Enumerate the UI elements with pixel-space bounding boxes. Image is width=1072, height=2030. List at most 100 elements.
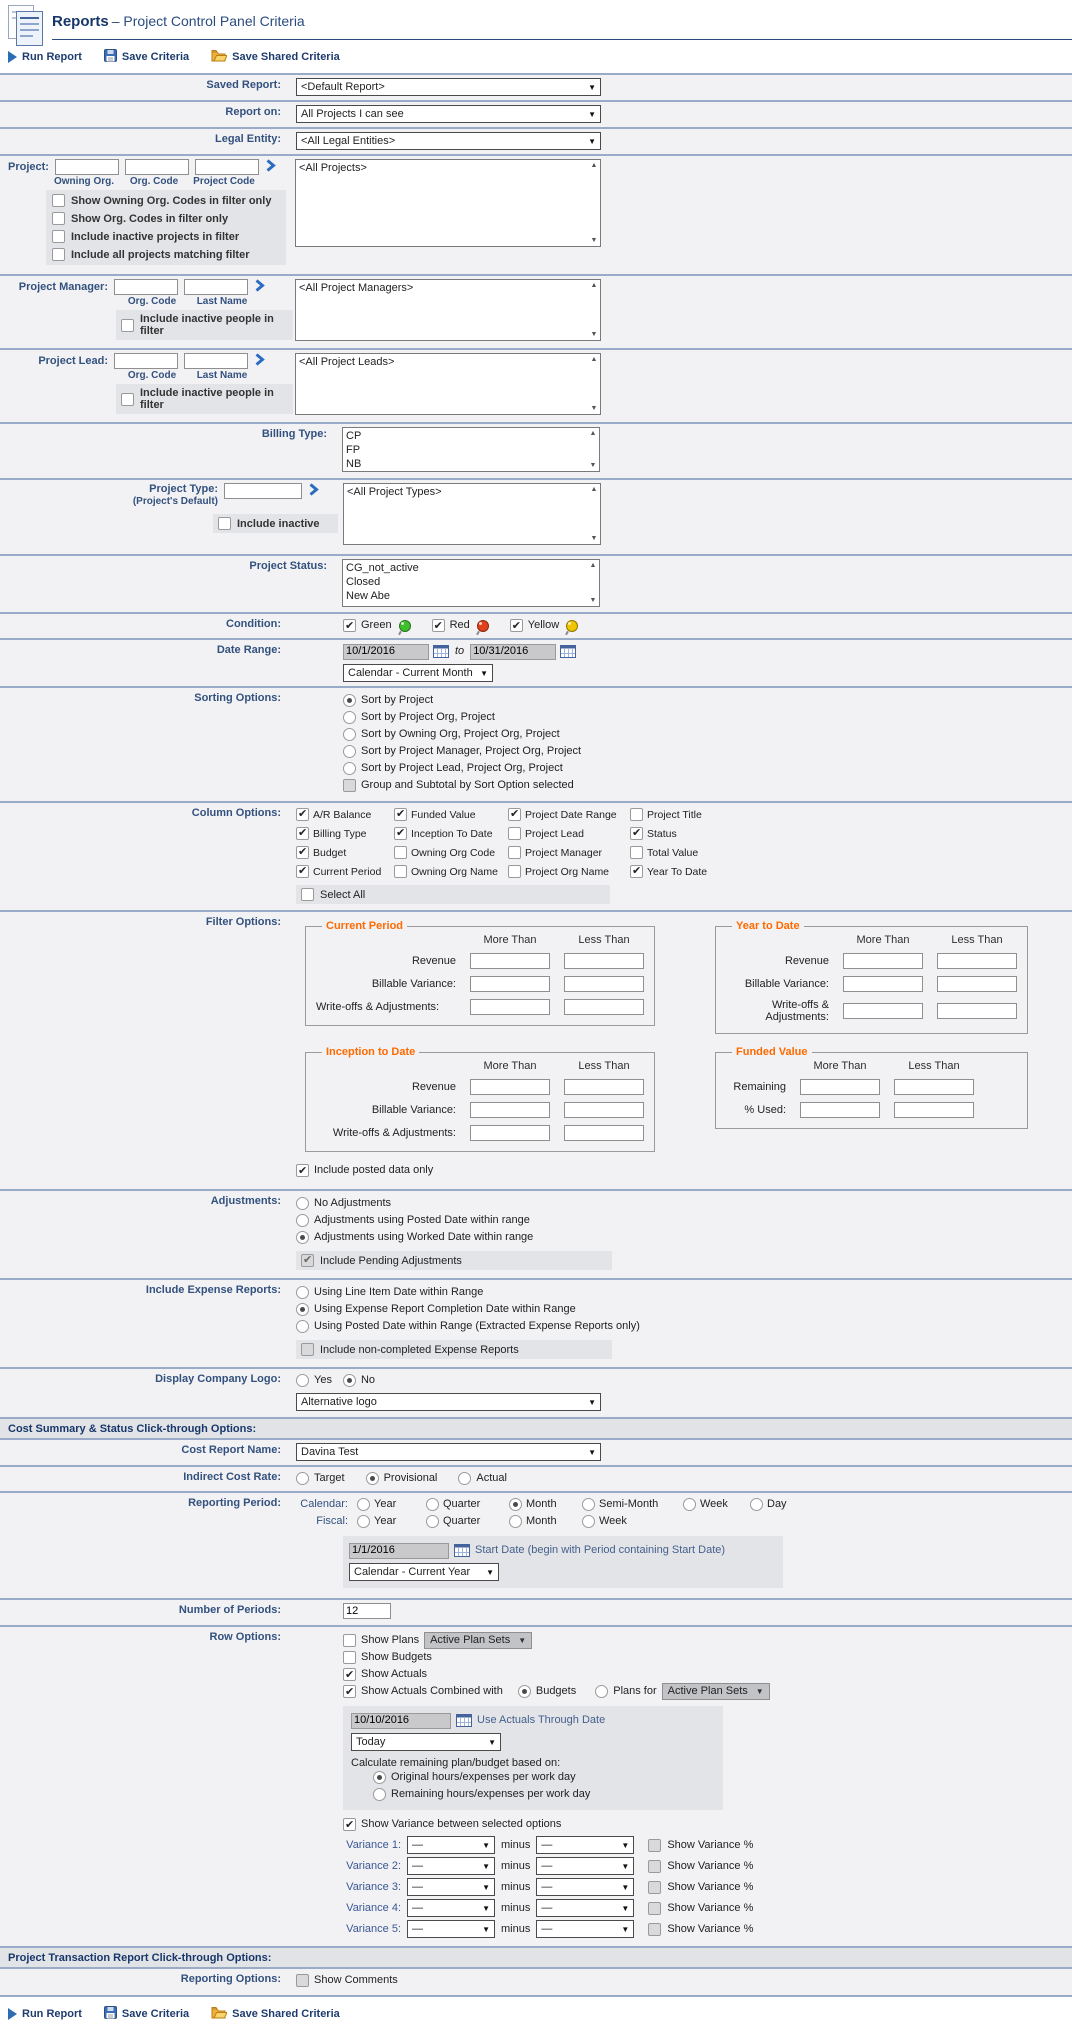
variance-2-show-pct-checkbox[interactable] [648,1859,662,1873]
calc-original-hours-radio[interactable] [373,1771,386,1784]
ytd-revenue-more-input[interactable] [843,953,923,969]
sort-by-project-manager-radio[interactable] [343,745,356,758]
itd-writeoffs-less-input[interactable] [564,1125,644,1141]
list-item[interactable]: <All Projects> [296,161,588,175]
project-listbox[interactable]: <All Projects> ▲ ▼ [295,159,601,247]
save-shared-criteria-button[interactable]: Save Shared Criteria [211,49,340,65]
ytd-revenue-less-input[interactable] [937,953,1017,969]
list-item[interactable]: New Abe [343,589,587,603]
icr-provisional-radio[interactable] [365,1472,379,1485]
calc-remaining-hours-radio[interactable] [373,1788,386,1801]
cp-writeoffs-less-input[interactable] [564,999,644,1015]
calendar-icon[interactable] [454,1544,470,1557]
scroll-up-icon[interactable]: ▲ [591,282,598,289]
project-owning-org-input[interactable] [54,159,119,175]
save-criteria-button[interactable]: Save Criteria [103,2006,189,2022]
rp-cal-day-radio[interactable] [750,1498,763,1511]
include-pending-adjustments-checkbox[interactable] [301,1253,314,1267]
project-manager-org-code-input[interactable] [114,279,178,295]
scroll-up-icon[interactable]: ▲ [591,486,598,493]
scroll-down-icon[interactable]: ▼ [591,405,598,412]
project-type-input[interactable] [224,483,302,499]
list-item[interactable]: NB [343,457,587,471]
rp-fis-quarter-radio[interactable] [426,1515,439,1528]
scroll-down-icon[interactable]: ▼ [590,462,597,469]
no-adjustments-radio[interactable] [296,1197,309,1210]
run-report-button[interactable]: Run Report [8,2008,82,2020]
variance-4-show-pct-checkbox[interactable] [648,1901,662,1915]
scroll-down-icon[interactable]: ▼ [591,237,598,244]
sort-by-project-lead-radio[interactable] [343,762,356,775]
project-type-include-inactive-checkbox[interactable] [218,517,231,530]
saved-report-select[interactable]: <Default Report> ▼ [296,78,601,96]
itd-writeoffs-more-input[interactable] [470,1125,550,1141]
variance-1-show-pct-checkbox[interactable] [648,1838,662,1852]
project-manager-filter-arrow-icon[interactable] [254,279,265,295]
list-item[interactable]: <All Project Types> [344,485,588,499]
include-inactive-projects-checkbox[interactable] [52,230,65,243]
rp-fis-week-radio[interactable] [582,1515,595,1528]
fv-remaining-less-input[interactable] [894,1079,974,1095]
project-manager-last-name-input[interactable] [184,279,248,295]
report-on-select[interactable]: All Projects I can see ▼ [296,105,601,123]
show-budgets-checkbox[interactable] [343,1651,356,1664]
calendar-icon[interactable] [433,645,449,658]
expense-line-item-date-radio[interactable] [296,1286,309,1299]
include-all-projects-matching-checkbox[interactable] [52,248,65,261]
col-ar-balance-checkbox[interactable] [296,807,309,821]
rp-cal-week-radio[interactable] [683,1498,696,1511]
rp-cal-year-radio[interactable] [357,1498,370,1511]
itd-revenue-more-input[interactable] [470,1079,550,1095]
project-lead-last-name-input[interactable] [184,353,248,369]
actuals-preset-select[interactable]: Today ▼ [351,1733,501,1751]
project-lead-org-code-input[interactable] [114,353,178,369]
sort-by-project-org-radio[interactable] [343,711,356,724]
variance-2-second-select[interactable]: — ▼ [536,1857,635,1875]
variance-5-second-select[interactable]: — ▼ [536,1920,635,1938]
col-project-manager-checkbox[interactable] [508,846,521,859]
expense-completion-date-radio[interactable] [296,1303,309,1316]
col-inception-to-date-checkbox[interactable] [394,826,407,840]
itd-revenue-less-input[interactable] [564,1079,644,1095]
save-criteria-button[interactable]: Save Criteria [103,49,189,65]
project-filter-arrow-icon[interactable] [265,159,276,175]
show-actuals-combined-checkbox[interactable] [343,1684,356,1701]
col-funded-value-checkbox[interactable] [394,807,407,821]
project-lead-listbox[interactable]: <All Project Leads> ▲ ▼ [295,353,601,415]
ytd-billable-variance-less-input[interactable] [937,976,1017,992]
sort-by-owning-org-radio[interactable] [343,728,356,741]
save-shared-criteria-button[interactable]: Save Shared Criteria [211,2006,340,2022]
col-owning-org-name-checkbox[interactable] [394,865,407,878]
show-actuals-checkbox[interactable] [343,1667,356,1684]
list-item[interactable]: FP [343,443,587,457]
expense-posted-date-radio[interactable] [296,1320,309,1333]
icr-actual-radio[interactable] [458,1472,472,1485]
scroll-up-icon[interactable]: ▲ [590,562,597,569]
legal-entity-select[interactable]: <All Legal Entities> ▼ [296,132,601,150]
show-owning-org-codes-checkbox[interactable] [52,194,65,207]
cost-report-name-select[interactable]: Davina Test ▼ [296,1443,601,1461]
list-item[interactable]: <All Project Leads> [296,355,588,369]
variance-2-first-select[interactable]: — ▼ [407,1857,495,1875]
ytd-writeoffs-less-input[interactable] [937,1003,1017,1019]
billing-type-listbox[interactable]: CP FP NB ▲ ▼ [342,427,600,472]
use-actuals-through-date-input[interactable] [351,1712,451,1729]
col-project-lead-checkbox[interactable] [508,827,521,840]
variance-3-show-pct-checkbox[interactable] [648,1880,662,1894]
ytd-writeoffs-more-input[interactable] [843,1003,923,1019]
rp-fis-year-radio[interactable] [357,1515,370,1528]
list-item[interactable]: <All Project Managers> [296,281,588,295]
sort-by-project-radio[interactable] [343,694,356,707]
variance-5-show-pct-checkbox[interactable] [648,1922,662,1936]
variance-1-first-select[interactable]: — ▼ [407,1836,495,1854]
cp-revenue-less-input[interactable] [564,953,644,969]
combined-plans-radio[interactable] [595,1685,609,1698]
variance-4-second-select[interactable]: — ▼ [536,1899,635,1917]
col-current-period-checkbox[interactable] [296,864,309,878]
logo-yes-radio[interactable] [296,1374,309,1387]
cp-billable-variance-less-input[interactable] [564,976,644,992]
itd-billable-variance-less-input[interactable] [564,1102,644,1118]
group-subtotal-checkbox[interactable] [343,779,356,792]
date-range-preset-select[interactable]: Calendar - Current Month ▼ [343,664,493,682]
cp-writeoffs-more-input[interactable] [470,999,550,1015]
